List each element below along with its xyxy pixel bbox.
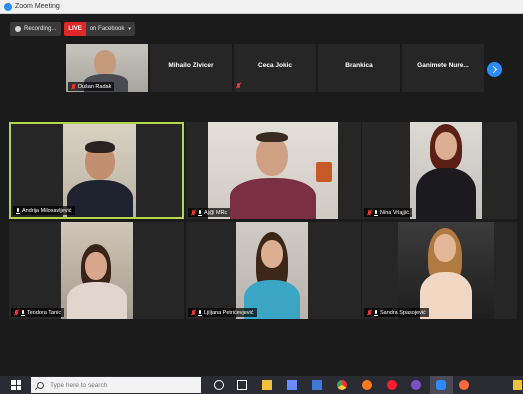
strip-participant-4[interactable]: Brankica (318, 44, 400, 92)
participant-label: Dušan Radak (68, 82, 115, 91)
chrome-icon[interactable] (337, 380, 347, 390)
chevron-right-icon[interactable] (487, 62, 502, 77)
mic-icon (198, 309, 202, 316)
participant-label: Sandra Spasojević (364, 308, 429, 317)
cortana-icon[interactable] (214, 380, 224, 390)
participant-name: Brankica (345, 62, 373, 69)
search-icon (37, 381, 44, 389)
participant-name: Ceca Jokic (258, 62, 292, 69)
participant-name: Ganimete Nure... (417, 62, 469, 69)
search-input[interactable] (50, 381, 190, 389)
participant-name: Aj@ MRc (204, 209, 228, 216)
participant-video (398, 222, 494, 319)
mic-muted-icon (191, 309, 196, 316)
participant-label: Andrija Milosavljević (13, 206, 75, 215)
participant-video (208, 122, 338, 219)
participant-tile-3[interactable]: Nina Vrlajjić (362, 122, 517, 219)
participant-video (236, 222, 308, 319)
zoom-taskbar-button[interactable] (430, 376, 453, 394)
participant-name: Mihailo Zivicer (168, 62, 214, 69)
mic-muted-icon (71, 83, 76, 90)
mic-muted-icon (236, 83, 241, 89)
live-stream-button[interactable]: LIVE on Facebook ▾ (64, 22, 135, 36)
participant-label: Aj@ MRc (188, 208, 231, 217)
zoom-icon (436, 380, 446, 390)
mic-icon (21, 309, 25, 316)
mic-muted-icon (367, 209, 372, 216)
participant-tile-4[interactable]: Teodora Tanic (9, 222, 184, 319)
mic-icon (16, 207, 20, 214)
participant-name: Sandra Spasojević (380, 309, 426, 316)
viber-icon[interactable] (411, 380, 421, 390)
participant-tile-5[interactable]: Ljiljana Petrićevjević (186, 222, 361, 319)
participant-label: Nina Vrlajjić (364, 208, 412, 217)
participant-name: Andrija Milosavljević (22, 207, 72, 214)
strip-participant-2[interactable]: Mihailo Zivicer (150, 44, 232, 92)
participant-tile-6[interactable]: Sandra Spasojević (362, 222, 517, 319)
zoom-app-icon (4, 3, 12, 11)
zoom-meeting-window: Recording... LIVE on Facebook ▾ Dušan Ra… (0, 14, 523, 376)
strip-participant-3[interactable]: Ceca Jokic (234, 44, 316, 92)
mic-muted-icon (191, 209, 196, 216)
task-view-icon[interactable] (237, 380, 247, 390)
app-icon[interactable] (459, 380, 469, 390)
mic-icon (198, 209, 202, 216)
participant-label: Teodora Tanic (11, 308, 65, 317)
taskbar-search[interactable] (31, 377, 201, 393)
mic-muted-icon (14, 309, 19, 316)
recording-indicator[interactable]: Recording... (10, 22, 62, 36)
participant-video (410, 122, 482, 219)
file-explorer-icon[interactable] (262, 380, 272, 390)
mic-muted-icon (367, 309, 372, 316)
mic-icon (374, 209, 378, 216)
windows-icon[interactable] (11, 380, 21, 390)
participant-tile-2[interactable]: Aj@ MRc (186, 122, 361, 219)
taskbar (0, 376, 523, 394)
store-icon[interactable] (287, 380, 297, 390)
mic-icon (374, 309, 378, 316)
strip-participant-5[interactable]: Ganimete Nure... (402, 44, 484, 92)
recording-bar: Recording... LIVE on Facebook ▾ (10, 22, 135, 36)
participant-name: Ljiljana Petrićevjević (204, 309, 254, 316)
participant-name: Dušan Radak (78, 83, 112, 90)
participant-label: Ljiljana Petrićevjević (188, 308, 257, 317)
title-bar: Zoom Meeting (0, 0, 523, 14)
chevron-down-icon: ▾ (128, 26, 131, 32)
participant-tile-1[interactable]: Andrija Milosavljević (9, 122, 184, 219)
firefox-icon[interactable] (362, 380, 372, 390)
participant-name: Nina Vrlajjić (380, 209, 409, 216)
participant-name: Teodora Tanic (27, 309, 62, 316)
record-icon (15, 26, 21, 32)
live-badge: LIVE (64, 22, 86, 36)
participant-video (61, 222, 133, 319)
opera-icon[interactable] (387, 380, 397, 390)
mail-icon[interactable] (312, 380, 322, 390)
window-title: Zoom Meeting (15, 3, 60, 10)
live-label: on Facebook (89, 26, 125, 32)
participant-video (63, 124, 136, 217)
recording-label: Recording... (24, 26, 57, 32)
notification-icon[interactable] (513, 380, 522, 390)
strip-participant-1[interactable]: Dušan Radak (66, 44, 148, 92)
